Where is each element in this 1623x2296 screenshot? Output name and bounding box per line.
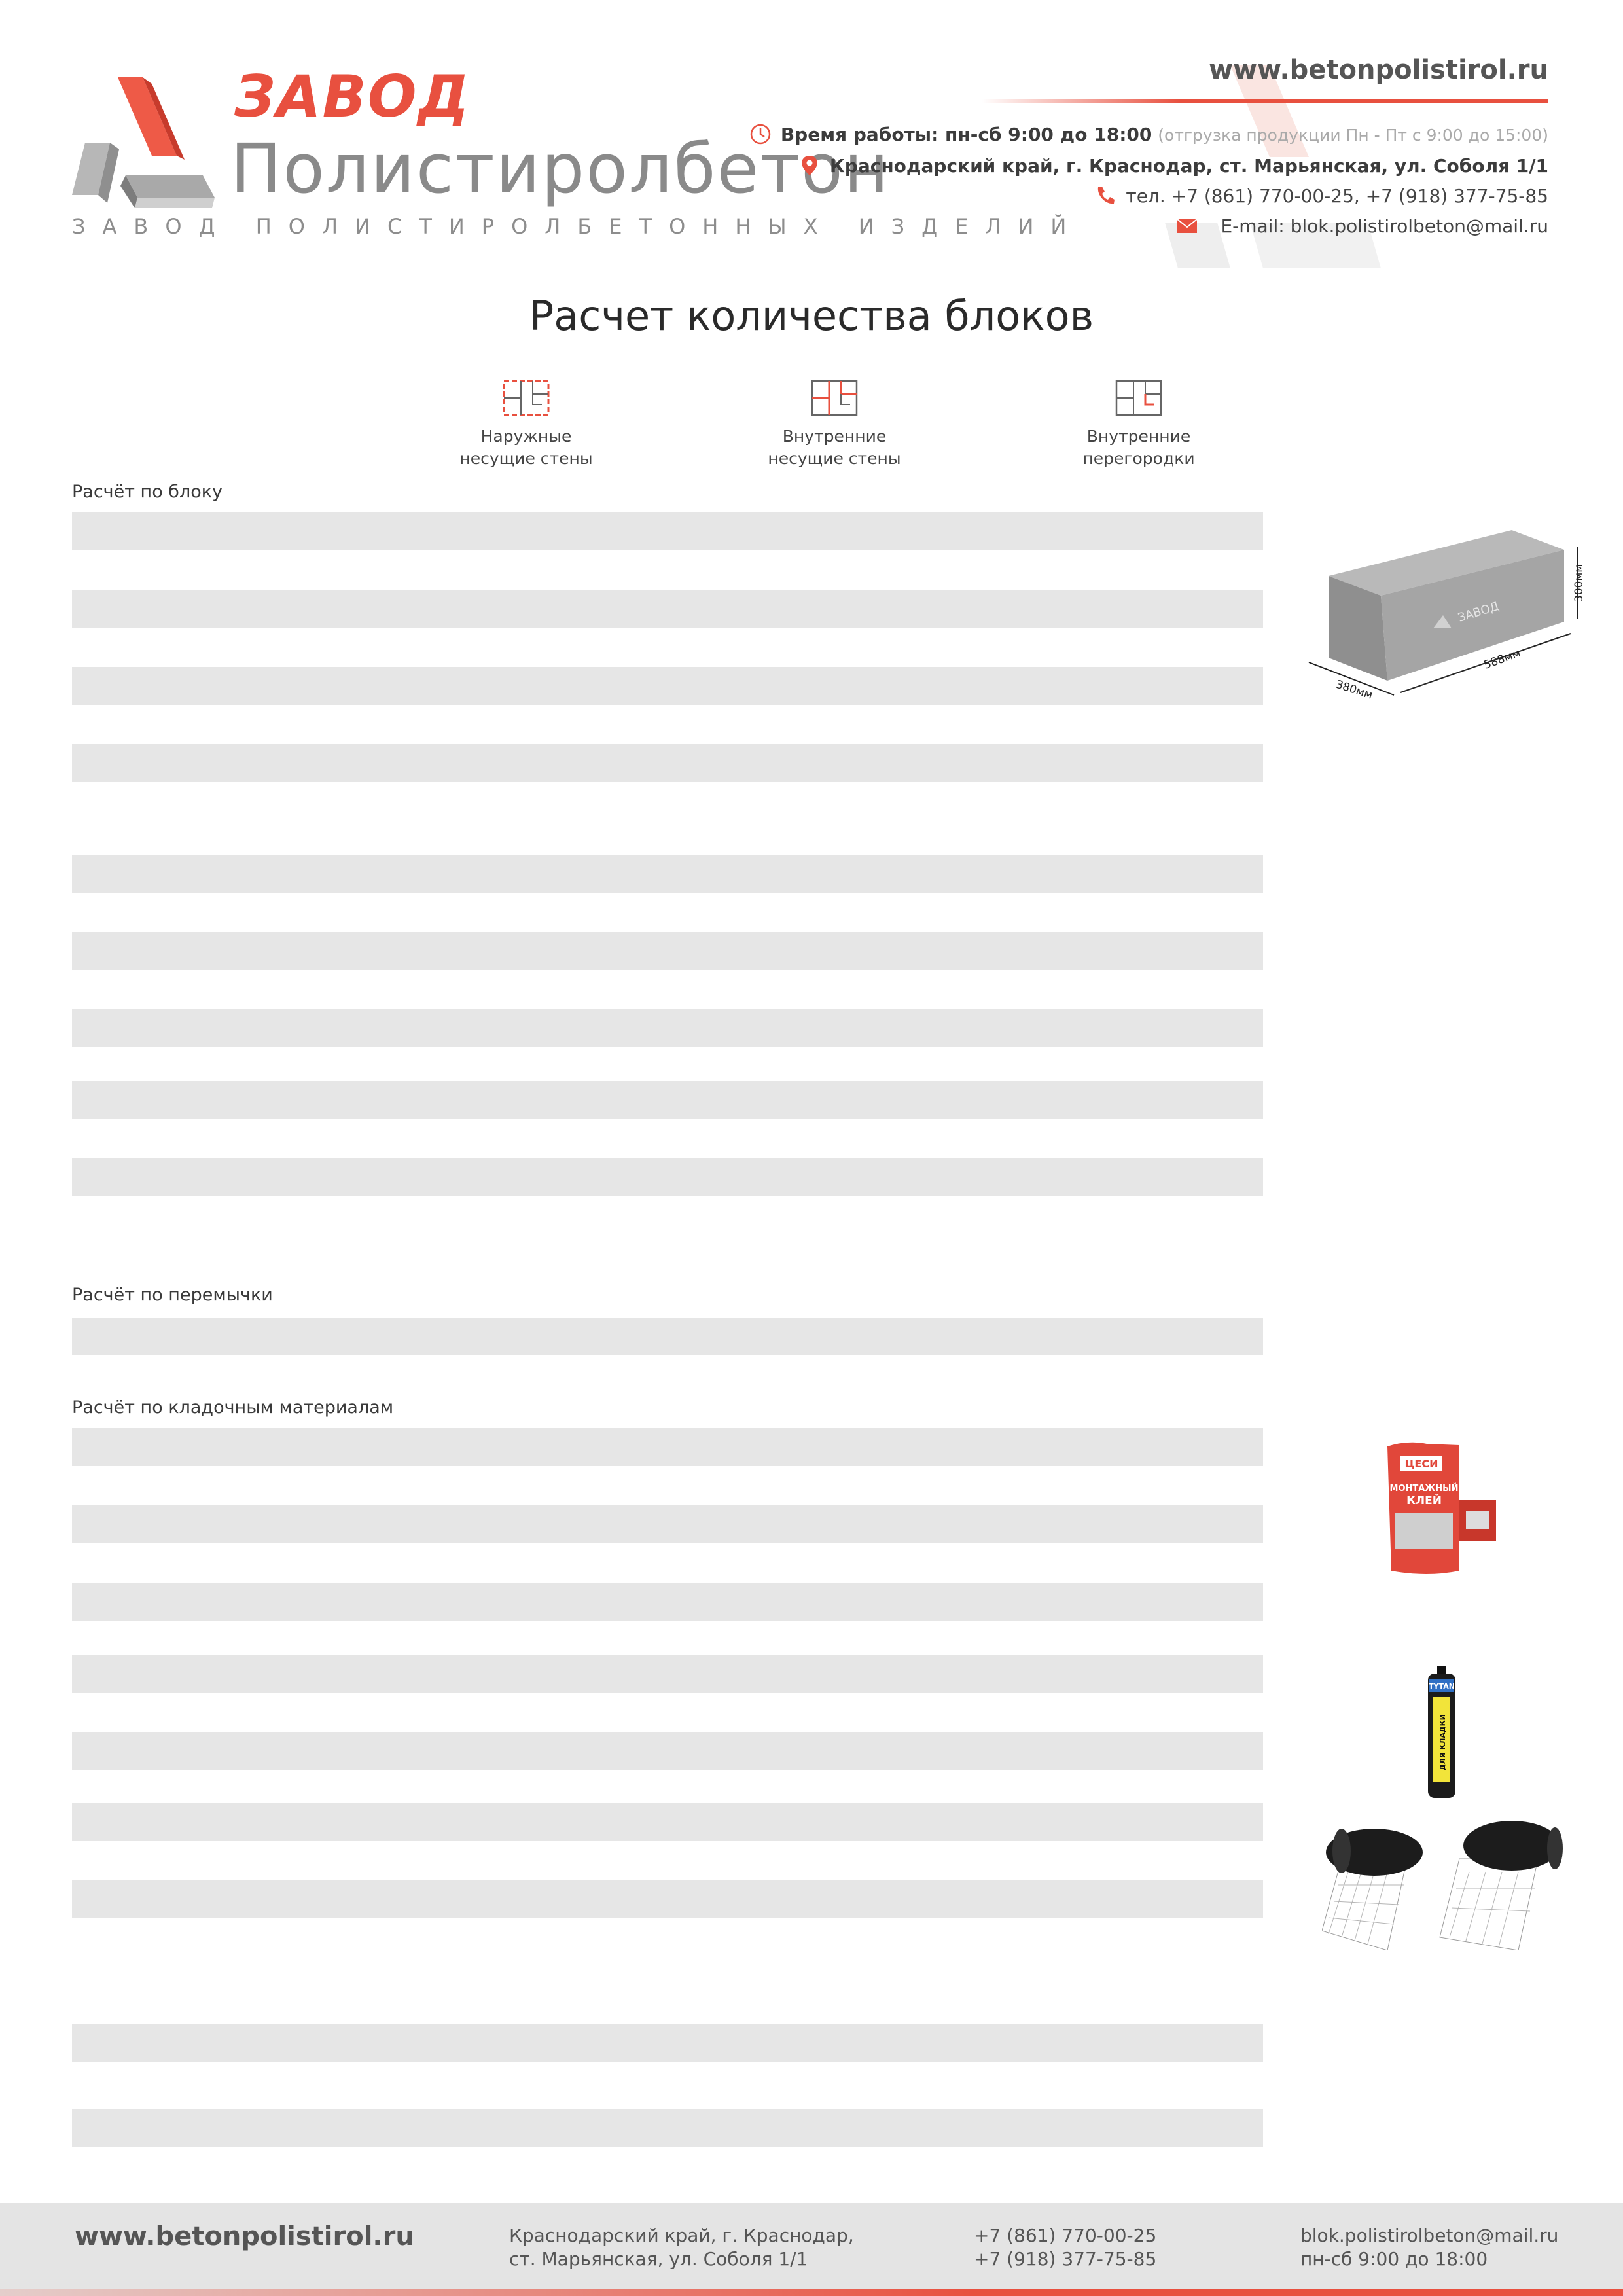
- input-row[interactable]: [72, 1318, 1263, 1355]
- footer-accent-line: [0, 2289, 1623, 2296]
- footer-hours: пн-сб 9:00 до 18:00: [1300, 2248, 1488, 2270]
- email-text[interactable]: E-mail: blok.polistirolbeton@mail.ru: [1221, 215, 1548, 237]
- footer-phone2[interactable]: +7 (918) 377-75-85: [974, 2248, 1156, 2270]
- input-row[interactable]: [72, 1732, 1263, 1770]
- glue-label2: КЛЕЙ: [1406, 1493, 1442, 1507]
- phone-text[interactable]: тел. +7 (861) 770-00-25, +7 (918) 377-75…: [1126, 185, 1548, 207]
- input-row[interactable]: [72, 512, 1263, 550]
- input-row[interactable]: [72, 1505, 1263, 1543]
- address-text: Краснодарский край, г. Краснодар, ст. Ма…: [829, 154, 1548, 177]
- hours-label: Время работы: пн-сб 9:00 до 18:00: [780, 123, 1152, 145]
- tab-label-line2: несущие стены: [459, 448, 593, 468]
- hours-note: (отгрузка продукции Пн - Пт с 9:00 до 15…: [1158, 125, 1548, 145]
- phone-icon: [1098, 187, 1115, 204]
- input-row[interactable]: [72, 2109, 1263, 2147]
- foam-can-image: TYTAN ДЛЯ КЛАДКИ: [1428, 1666, 1455, 1798]
- input-row[interactable]: [72, 1081, 1263, 1119]
- mesh-rolls-image: [1322, 1821, 1563, 1950]
- input-row[interactable]: [72, 1880, 1263, 1918]
- clock-icon: [750, 124, 771, 145]
- envelope-icon: [1177, 219, 1198, 233]
- tab-label-line1: Внутренние: [1086, 427, 1191, 446]
- footer-phone1[interactable]: +7 (861) 770-00-25: [974, 2225, 1156, 2246]
- tab-label-line1: Внутренние: [782, 427, 887, 446]
- input-row[interactable]: [72, 1583, 1263, 1621]
- dim-length-label: 588мм: [1482, 647, 1522, 672]
- floor-plan-icon: [811, 380, 858, 416]
- input-row[interactable]: [72, 667, 1263, 705]
- glue-bag-image: ЦЕСИ МОНТАЖНЫЙ КЛЕЙ: [1387, 1442, 1496, 1574]
- floor-plan-icon: [503, 380, 550, 416]
- email-row: E-mail: blok.polistirolbeton@mail.ru: [1176, 215, 1548, 237]
- dim-height-label: 300мм: [1573, 564, 1586, 602]
- logo-brand: ЗАВОД: [234, 63, 471, 130]
- logo-mark: [72, 77, 215, 208]
- footer-site-url[interactable]: www.betonpolistirol.ru: [75, 2221, 414, 2251]
- page-title: Расчет количества блоков: [529, 292, 1094, 340]
- footer-address: Краснодарский край, г. Краснодар, ст. Ма…: [509, 2224, 854, 2272]
- footer-contacts: blok.polistirolbeton@mail.ru пн-сб 9:00 …: [1300, 2224, 1558, 2272]
- tab-label-line2: несущие стены: [768, 448, 901, 468]
- section-label-block: Расчёт по блоку: [72, 482, 223, 502]
- input-row[interactable]: [72, 1655, 1263, 1693]
- logo-tagline: ЗАВОД ПОЛИСТИРОЛБЕТОННЫХ ИЗДЕЛИЙ: [72, 214, 1084, 239]
- section-label-masonry: Расчёт по кладочным материалам: [72, 1397, 394, 1418]
- site-url[interactable]: www.betonpolistirol.ru: [1209, 55, 1548, 85]
- foam-label: ДЛЯ КЛАДКИ: [1438, 1714, 1447, 1770]
- section-label-lintel: Расчёт по перемычки: [72, 1285, 273, 1305]
- tab-outer-bearing-walls[interactable]: Наружные несущие стены: [428, 378, 624, 470]
- footer-address-line2: ст. Марьянская, ул. Соболя 1/1: [509, 2248, 808, 2270]
- map-pin-icon: [801, 156, 817, 175]
- input-row[interactable]: [72, 744, 1263, 782]
- foam-brand: TYTAN: [1429, 1682, 1455, 1691]
- input-row[interactable]: [72, 1428, 1263, 1466]
- input-row[interactable]: [72, 1803, 1263, 1841]
- tab-inner-bearing-walls[interactable]: Внутренние несущие стены: [736, 378, 933, 470]
- footer-email[interactable]: blok.polistirolbeton@mail.ru: [1300, 2225, 1558, 2246]
- tab-label-line1: Наружные: [480, 427, 572, 446]
- header-accent-line: [982, 99, 1548, 103]
- input-row[interactable]: [72, 1009, 1263, 1047]
- phone-row: тел. +7 (861) 770-00-25, +7 (918) 377-75…: [1094, 185, 1548, 207]
- tab-label-line2: перегородки: [1082, 448, 1195, 468]
- input-row[interactable]: [72, 1158, 1263, 1196]
- tab-inner-partitions[interactable]: Внутренние перегородки: [1041, 378, 1237, 470]
- footer-phones: +7 (861) 770-00-25 +7 (918) 377-75-85: [974, 2224, 1156, 2272]
- hours-row: Время работы: пн-сб 9:00 до 18:00 (отгру…: [749, 123, 1548, 145]
- footer-address-line1: Краснодарский край, г. Краснодар,: [509, 2225, 854, 2246]
- input-row[interactable]: [72, 855, 1263, 893]
- floor-plan-icon: [1115, 380, 1162, 416]
- address-row: Краснодарский край, г. Краснодар, ст. Ма…: [798, 154, 1548, 177]
- glue-label1: МОНТАЖНЫЙ: [1390, 1483, 1459, 1494]
- dim-width-label: 380мм: [1334, 678, 1374, 702]
- input-row[interactable]: [72, 590, 1263, 628]
- glue-brand: ЦЕСИ: [1405, 1458, 1438, 1470]
- input-row[interactable]: [72, 2024, 1263, 2062]
- concrete-block-image: ЗАВОД 380мм 588мм 300мм: [1308, 530, 1586, 702]
- input-row[interactable]: [72, 932, 1263, 970]
